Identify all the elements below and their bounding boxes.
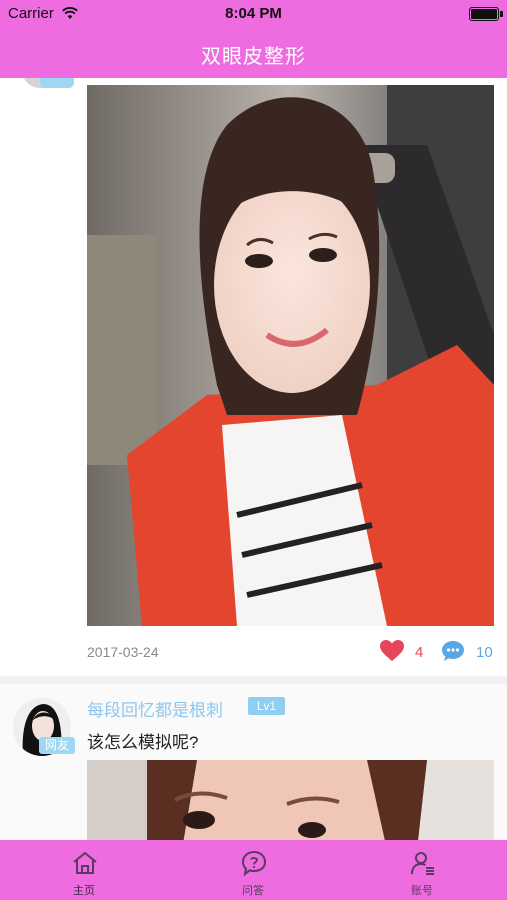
post-feed[interactable]: 2017-03-24 4 10 网友 每段回忆都是根刺 Lv1 该怎么模拟呢?: [0, 78, 507, 840]
post-date: 2017-03-24: [87, 644, 159, 660]
post-photo[interactable]: [87, 85, 494, 626]
qa-icon: [241, 850, 267, 876]
status-time: 8:04 PM: [225, 5, 282, 22]
avatar-tag: [40, 78, 74, 88]
heart-icon[interactable]: [379, 639, 405, 663]
status-bar: Carrier 8:04 PM: [0, 0, 507, 28]
page-title: 双眼皮整形: [201, 46, 306, 68]
tab-label: 问答: [242, 885, 264, 897]
level-badge: Lv1: [248, 697, 285, 715]
tab-bar: 主页 问答 账号: [0, 840, 507, 900]
account-icon: [411, 852, 434, 875]
username[interactable]: 每段回忆都是根刺: [87, 696, 223, 721]
tab-label: 主页: [73, 885, 95, 897]
like-count: 4: [415, 644, 424, 661]
selfie-photo: [87, 85, 494, 626]
tab-account[interactable]: 账号: [362, 840, 482, 900]
avatar-tag: 网友: [39, 737, 75, 754]
home-icon: [73, 852, 97, 874]
face-closeup-photo: [87, 760, 494, 840]
tab-label: 账号: [411, 885, 433, 897]
tab-qa[interactable]: 问答: [193, 840, 313, 900]
nav-bar: 双眼皮整形: [0, 28, 507, 78]
tab-home[interactable]: 主页: [24, 840, 144, 900]
battery-icon: [469, 7, 503, 21]
post-photo[interactable]: [87, 760, 494, 840]
comment-count: 10: [476, 644, 493, 661]
comment-icon[interactable]: [441, 640, 465, 662]
divider: [0, 676, 507, 684]
post-text[interactable]: 该怎么模拟呢?: [87, 728, 198, 753]
list-item[interactable]: 网友 每段回忆都是根刺 Lv1 该怎么模拟呢?: [0, 684, 507, 840]
